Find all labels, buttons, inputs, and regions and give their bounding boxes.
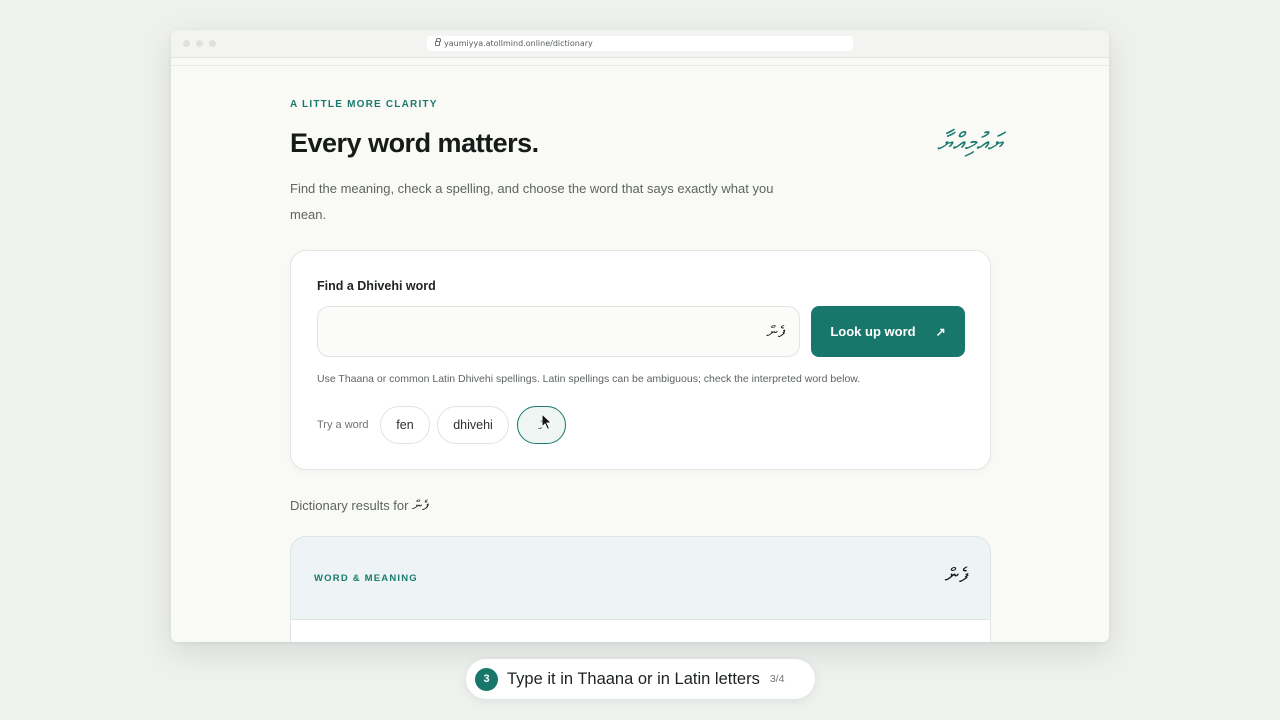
result-word: ފެން <box>944 563 968 587</box>
tour-step-pill: 3 Type it in Thaana or in Latin letters … <box>466 659 815 699</box>
page-title: Every word matters. <box>290 128 539 158</box>
dictionary-page: A LITTLE MORE CLARITY Every word matters… <box>171 66 1109 642</box>
results-heading: Dictionary results for ފެން <box>290 498 428 514</box>
window-controls <box>183 40 216 47</box>
results-query-word: ފެން <box>412 498 429 514</box>
minimize-dot[interactable] <box>196 40 203 47</box>
word-meaning-card: WORD & MEANING ފެން <box>290 536 991 642</box>
results-label-text: Dictionary results for <box>290 498 409 513</box>
word-search-input[interactable] <box>317 306 800 357</box>
address-bar[interactable]: yaumiyya.atollmind.online/dictionary <box>427 36 853 51</box>
word-meaning-eyebrow: WORD & MEANING <box>314 573 418 584</box>
result-body <box>291 619 990 642</box>
browser-window: yaumiyya.atollmind.online/dictionary A L… <box>171 30 1109 642</box>
search-hint: Use Thaana or common Latin Dhivehi spell… <box>317 373 861 385</box>
hero-description: Find the meaning, check a spelling, and … <box>290 181 774 222</box>
step-number-badge: 3 <box>475 667 498 691</box>
suggestion-chip-fen[interactable]: fen <box>380 406 430 444</box>
try-a-word-label: Try a word <box>317 419 369 431</box>
site-header-strip <box>171 58 1109 66</box>
step-text: Type it in Thaana or in Latin letters <box>507 669 760 688</box>
suggestion-chip-dhivehi[interactable]: dhivehi <box>437 406 509 444</box>
maximize-dot[interactable] <box>209 40 216 47</box>
site-logo: ޔައުމިއްޔާ <box>937 128 1003 158</box>
lock-icon <box>435 38 441 46</box>
look-up-word-button[interactable]: Look up word ↗ <box>811 306 965 357</box>
look-up-word-label: Look up word <box>830 324 916 339</box>
mouse-cursor-icon <box>541 413 553 431</box>
arrow-up-right-icon: ↗ <box>935 324 946 339</box>
search-label: Find a Dhivehi word <box>317 279 436 293</box>
browser-chrome: yaumiyya.atollmind.online/dictionary <box>171 30 1109 58</box>
hero-eyebrow: A LITTLE MORE CLARITY <box>290 99 438 110</box>
search-card: Find a Dhivehi word Look up word ↗ Use T… <box>290 250 991 470</box>
close-dot[interactable] <box>183 40 190 47</box>
step-count: 3/4 <box>769 673 785 685</box>
url-text: yaumiyya.atollmind.online/dictionary <box>444 39 593 48</box>
